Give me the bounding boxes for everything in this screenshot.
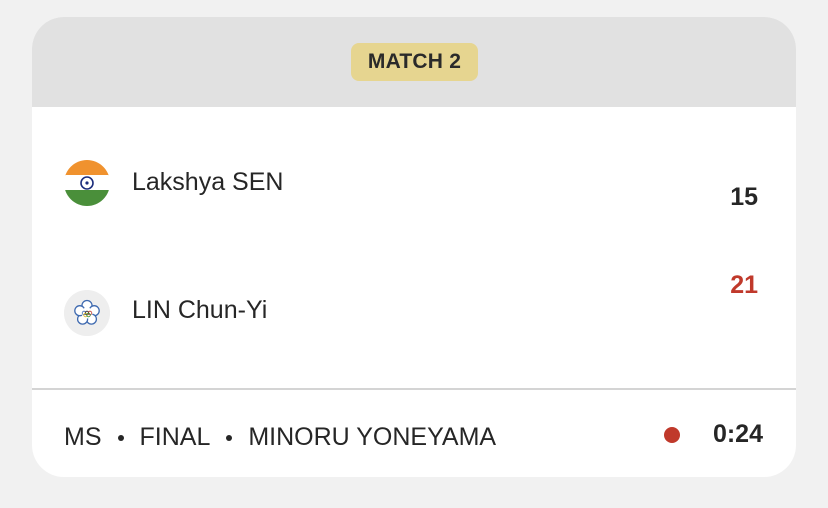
separator-dot-icon <box>117 434 124 441</box>
match-duration: 0:24 <box>712 420 763 448</box>
chinese-taipei-flag-icon <box>64 290 110 336</box>
separator-dot-icon <box>226 434 233 441</box>
player-row[interactable]: Lakshya SEN 15 <box>32 157 796 217</box>
round-label: FINAL <box>139 423 211 451</box>
match-card[interactable]: MATCH 2 Lakshya SEN 15 LIN Chun-Yi 21 MS… <box>32 17 796 477</box>
player-row[interactable]: LIN Chun-Yi 21 <box>32 271 796 344</box>
match-card-header: MATCH 2 <box>32 17 796 107</box>
match-footer: MS FINAL MINORU YONEYAMA 0:24 <box>32 390 796 477</box>
india-flag-icon <box>64 160 110 206</box>
player-score: 21 <box>730 271 758 299</box>
match-number-badge: MATCH 2 <box>351 43 478 81</box>
live-indicator-icon <box>664 427 680 443</box>
event-code: MS <box>64 423 102 451</box>
player-name: LIN Chun-Yi <box>132 296 268 324</box>
court-label: MINORU YONEYAMA <box>248 423 497 451</box>
player-score: 15 <box>730 183 758 211</box>
player-name: Lakshya SEN <box>132 168 284 196</box>
match-meta: MS FINAL MINORU YONEYAMA <box>64 423 496 452</box>
